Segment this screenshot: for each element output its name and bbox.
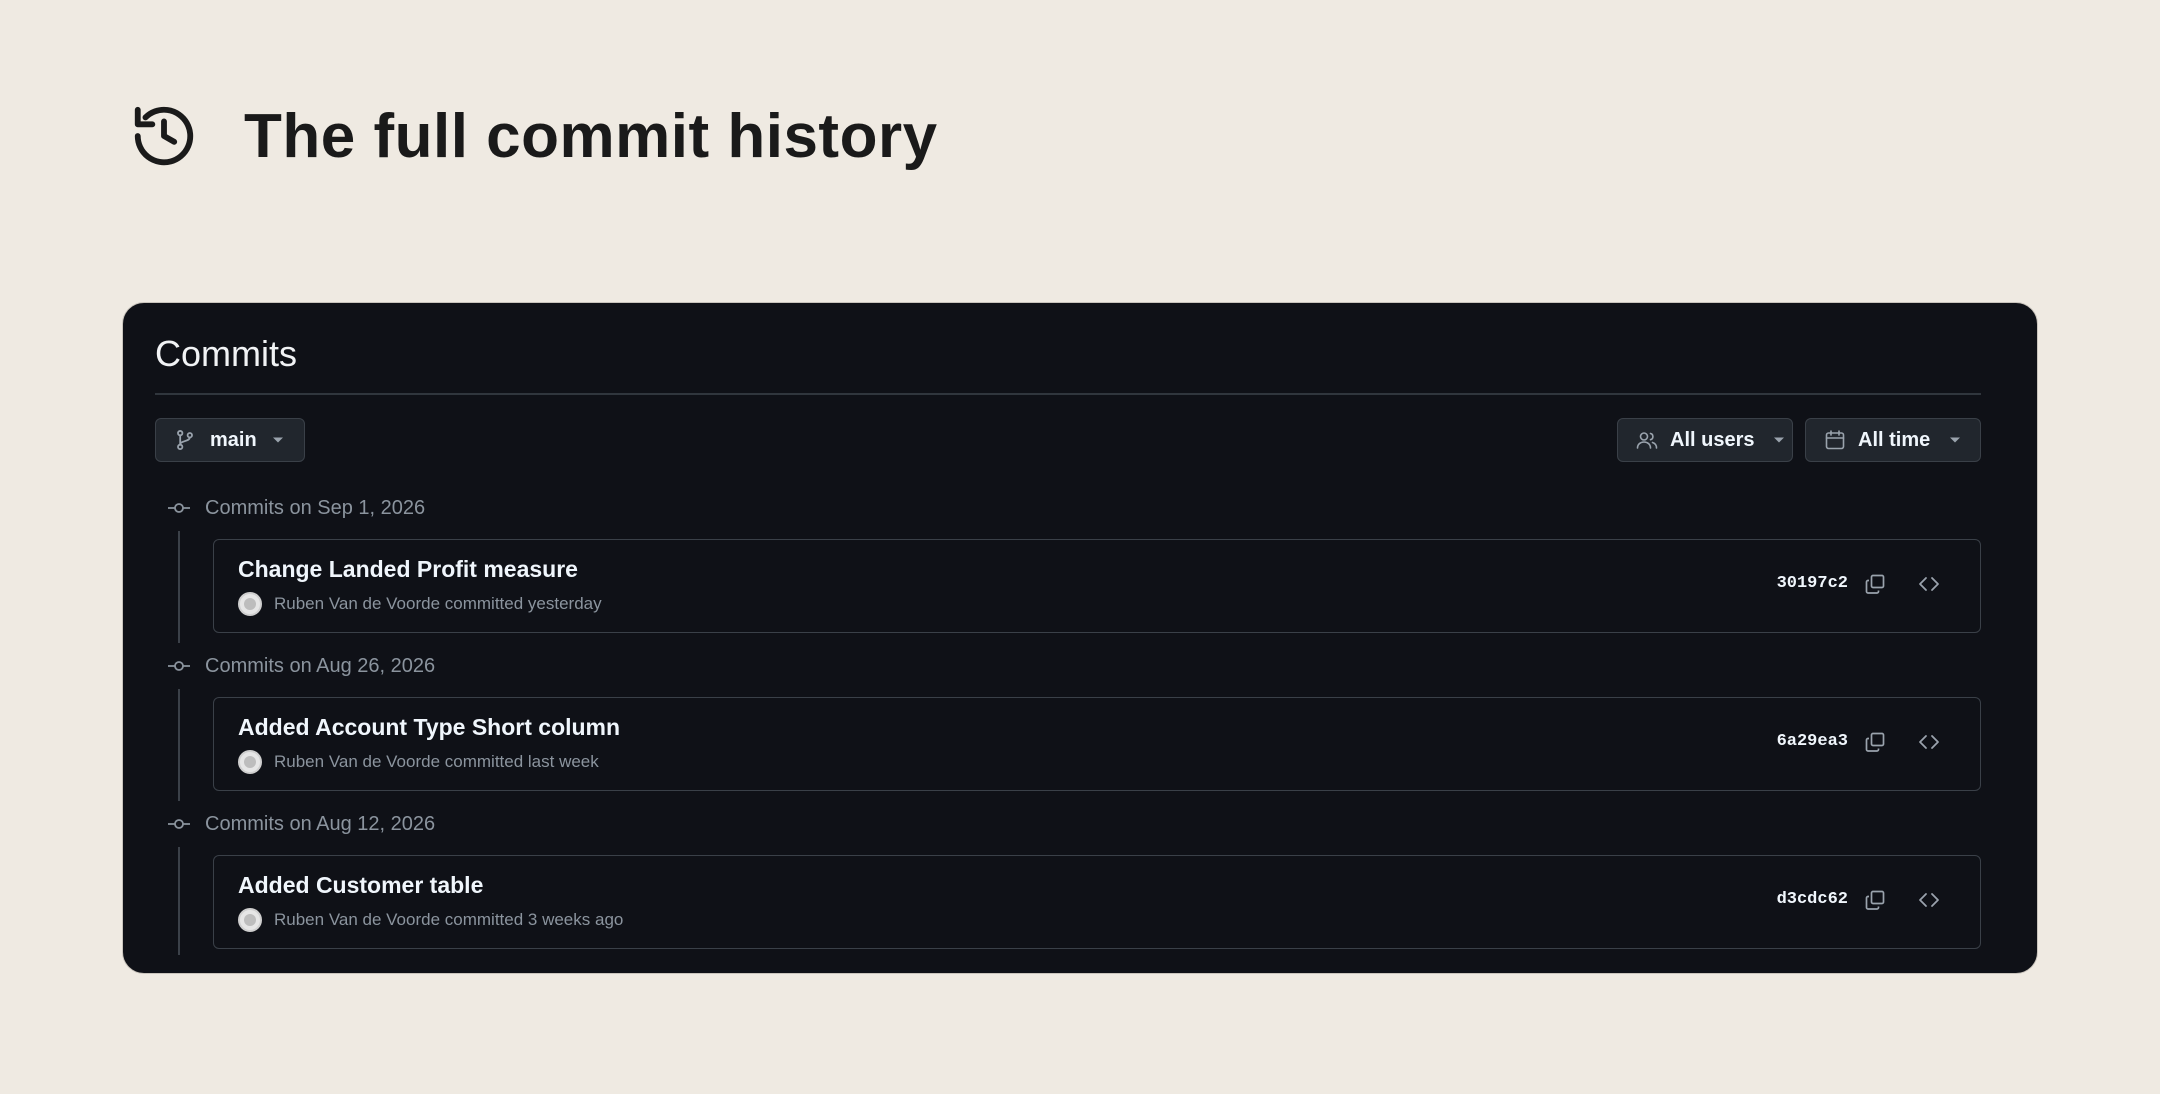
git-branch-icon [172, 427, 198, 453]
commit-sha[interactable]: 6a29ea3 [1777, 732, 1848, 751]
timeline-line [178, 847, 180, 955]
commit-sha[interactable]: 30197c2 [1777, 574, 1848, 593]
users-label: All users [1670, 428, 1755, 451]
users-filter-button[interactable]: All users [1617, 418, 1793, 462]
copy-sha-button[interactable] [1860, 729, 1890, 759]
browse-code-button[interactable] [1914, 887, 1944, 917]
calendar-icon [1822, 427, 1848, 453]
code-icon [1917, 572, 1941, 601]
commit-group-date: Commits on Aug 26, 2026 [205, 654, 436, 677]
page-title: The full commit history [244, 101, 938, 171]
copy-icon [1863, 730, 1887, 759]
commit-author-time: Ruben Van de Voorde committed yesterday [274, 594, 602, 613]
caret-down-icon [1948, 435, 1962, 445]
browse-code-button[interactable] [1914, 729, 1944, 759]
commit-item[interactable]: Added Customer table Ruben Van de Voorde… [213, 855, 1981, 949]
commit-group-header: Commits on Sep 1, 2026 [167, 493, 425, 523]
code-icon [1917, 730, 1941, 759]
commit-author-time: Ruben Van de Voorde committed 3 weeks ag… [274, 910, 624, 929]
copy-sha-button[interactable] [1860, 571, 1890, 601]
timeline-line [178, 531, 180, 643]
commit-group-header: Commits on Aug 12, 2026 [167, 809, 435, 839]
commit-author-time: Ruben Van de Voorde committed last week [274, 752, 599, 771]
browse-code-button[interactable] [1914, 571, 1944, 601]
avatar[interactable] [238, 908, 262, 932]
commit-group-date: Commits on Aug 12, 2026 [205, 812, 436, 835]
caret-down-icon [1772, 435, 1786, 445]
commit-title[interactable]: Change Landed Profit measure [238, 556, 578, 583]
copy-sha-button[interactable] [1860, 887, 1890, 917]
commit-group-header: Commits on Aug 26, 2026 [167, 651, 435, 681]
page-header: The full commit history [128, 98, 938, 174]
code-icon [1917, 888, 1941, 917]
branch-label: main [210, 428, 257, 451]
time-filter-button[interactable]: All time [1805, 418, 1981, 462]
branch-select-button[interactable]: main [155, 418, 305, 462]
commit-meta: Ruben Van de Voorde committed 3 weeks ag… [238, 908, 623, 932]
commit-item[interactable]: Change Landed Profit measure Ruben Van d… [213, 539, 1981, 633]
copy-icon [1863, 888, 1887, 917]
commit-title[interactable]: Added Customer table [238, 872, 483, 899]
time-label: All time [1858, 428, 1931, 451]
caret-down-icon [271, 435, 285, 445]
commit-title[interactable]: Added Account Type Short column [238, 714, 620, 741]
commit-meta: Ruben Van de Voorde committed yesterday [238, 592, 602, 616]
git-commit-icon [167, 654, 191, 678]
commit-item[interactable]: Added Account Type Short column Ruben Va… [213, 697, 1981, 791]
copy-icon [1863, 572, 1887, 601]
commit-sha[interactable]: d3cdc62 [1777, 890, 1848, 909]
commit-group-date: Commits on Sep 1, 2026 [205, 496, 426, 519]
commits-panel: Commits main All users All time Commits … [122, 302, 2038, 974]
git-commit-icon [167, 496, 191, 520]
history-icon [128, 100, 200, 172]
avatar[interactable] [238, 750, 262, 774]
people-icon [1634, 427, 1660, 453]
commit-meta: Ruben Van de Voorde committed last week [238, 750, 599, 774]
panel-divider [155, 393, 1981, 395]
panel-title: Commits [155, 333, 297, 374]
avatar[interactable] [238, 592, 262, 616]
timeline-line [178, 689, 180, 801]
git-commit-icon [167, 812, 191, 836]
